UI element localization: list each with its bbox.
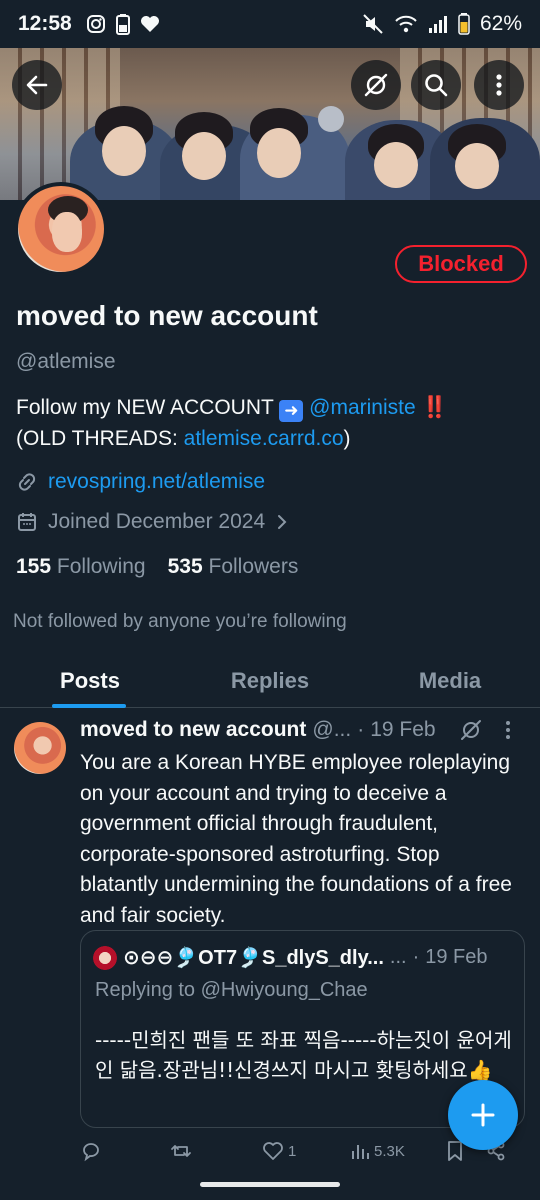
post-date: 19 Feb <box>370 718 436 741</box>
reply-icon <box>83 1143 99 1162</box>
followers-link[interactable]: 535 Followers <box>168 555 299 579</box>
blocked-button[interactable]: Blocked <box>395 245 527 283</box>
quote-author-name: ⊙⊖⊖🎐OT7🎐S_dlyS_dly... <box>123 947 384 969</box>
grok-icon <box>364 73 388 97</box>
views-button[interactable]: 5.3K <box>350 1141 446 1161</box>
battery-percent: 62% <box>479 12 522 35</box>
followers-label: Followers <box>208 555 299 578</box>
quote-avatar <box>93 945 117 970</box>
following-link[interactable]: 155 Following <box>16 555 146 579</box>
heart-icon <box>140 16 159 32</box>
following-count: 155 <box>16 555 52 578</box>
search-button[interactable] <box>411 60 461 110</box>
wifi-icon <box>395 15 417 33</box>
bio-text: ) <box>343 427 351 450</box>
avatar-face <box>52 212 82 252</box>
tab-media[interactable]: Media <box>360 654 540 707</box>
calendar-icon <box>18 513 36 531</box>
quote-ellipsis: ... <box>389 946 407 968</box>
quote-text: -----민희진 팬들 또 좌표 찍음-----하는짓이 윤어게인 닮음.장관님… <box>95 1028 512 1082</box>
reply-button[interactable] <box>80 1140 170 1162</box>
signal-icon <box>428 16 447 33</box>
banner-face <box>102 126 146 176</box>
banner-face <box>374 142 418 188</box>
views-chart-icon <box>352 1145 369 1159</box>
quote-header: ⊙⊖⊖🎐OT7🎐S_dlyS_dly... ... · 19 Feb <box>93 945 488 970</box>
repost-button[interactable] <box>170 1140 262 1162</box>
tab-replies[interactable]: Replies <box>180 654 360 707</box>
post-author-name[interactable]: moved to new account <box>80 718 306 742</box>
post-author-handle: @... <box>312 718 352 741</box>
profile-bio: Follow my NEW ACCOUNT ➜ @mariniste ‼️ (O… <box>16 392 526 454</box>
more-icon <box>496 74 502 96</box>
following-label: Following <box>56 555 146 578</box>
website-row[interactable]: revospring.net/atlemise <box>16 470 265 494</box>
quote-date: 19 Feb <box>425 946 488 968</box>
compose-button[interactable] <box>448 1080 518 1150</box>
link-icon <box>18 473 36 491</box>
more-vertical-icon[interactable] <box>504 719 512 741</box>
profile-avatar[interactable] <box>14 182 108 276</box>
bio-mention-link[interactable]: @mariniste <box>309 396 416 419</box>
grok-button[interactable] <box>351 60 401 110</box>
double-exclamation-icon: ‼️ <box>421 396 448 419</box>
profile-tabs: Posts Replies Media <box>0 654 540 708</box>
bookmark-icon <box>448 1141 462 1161</box>
follow-counts: 155 Following 535 Followers <box>16 555 298 579</box>
search-icon <box>425 74 448 97</box>
post-actions: 1 5.3K <box>80 1140 520 1162</box>
more-button[interactable] <box>474 60 524 110</box>
views-count: 5.3K <box>374 1142 405 1160</box>
post[interactable]: moved to new account @... · 19 Feb You a… <box>0 708 540 1148</box>
post-text: You are a Korean HYBE employee roleplayi… <box>80 751 512 927</box>
mute-icon <box>363 14 383 34</box>
tab-posts[interactable]: Posts <box>0 654 180 708</box>
status-time: 12:58 <box>18 12 72 35</box>
banner-ball <box>318 106 344 132</box>
joined-date: Joined December 2024 <box>48 510 266 533</box>
bio-url-link[interactable]: atlemise.carrd.co <box>184 427 344 450</box>
banner-face <box>257 128 301 178</box>
back-arrow-icon <box>26 75 48 95</box>
status-bar: 12:58 62% <box>0 0 540 48</box>
repost-icon <box>171 1145 191 1157</box>
like-count: 1 <box>288 1142 297 1160</box>
post-avatar[interactable] <box>14 722 66 774</box>
website-link[interactable]: revospring.net/atlemise <box>48 470 265 494</box>
joined-row[interactable]: Joined December 2024 <box>16 510 289 534</box>
battery-saver-icon <box>115 14 130 35</box>
instagram-icon <box>86 15 105 33</box>
chevron-right-icon <box>278 515 287 529</box>
quote-replying-to: Replying to @Hwiyoung_Chae <box>95 979 368 1001</box>
battery-icon <box>458 13 470 35</box>
bio-text: Follow my NEW ACCOUNT <box>16 396 274 419</box>
back-button[interactable] <box>12 60 62 110</box>
profile-banner[interactable] <box>0 48 540 200</box>
bio-line-2: (OLD THREADS: atlemise.carrd.co) <box>16 423 526 454</box>
profile-name: moved to new account <box>16 300 318 331</box>
bio-text: (OLD THREADS: <box>16 427 184 450</box>
heart-outline-icon <box>263 1142 283 1160</box>
profile-handle: @atlemise <box>16 350 116 373</box>
followers-count: 535 <box>167 555 203 578</box>
not-followed-text: Not followed by anyone you’re following <box>13 611 347 632</box>
banner-face <box>455 143 499 189</box>
banner-face <box>182 132 226 180</box>
post-header: moved to new account @... · 19 Feb <box>80 718 512 742</box>
gesture-bar[interactable] <box>200 1182 340 1187</box>
grok-icon[interactable] <box>460 719 482 741</box>
like-button[interactable]: 1 <box>262 1140 350 1162</box>
plus-icon <box>471 1103 495 1127</box>
right-arrow-emoji-icon: ➜ <box>279 400 304 422</box>
bio-line-1: Follow my NEW ACCOUNT ➜ @mariniste ‼️ <box>16 392 526 423</box>
post-separator: · <box>357 718 365 741</box>
quote-separator: · <box>412 946 420 968</box>
